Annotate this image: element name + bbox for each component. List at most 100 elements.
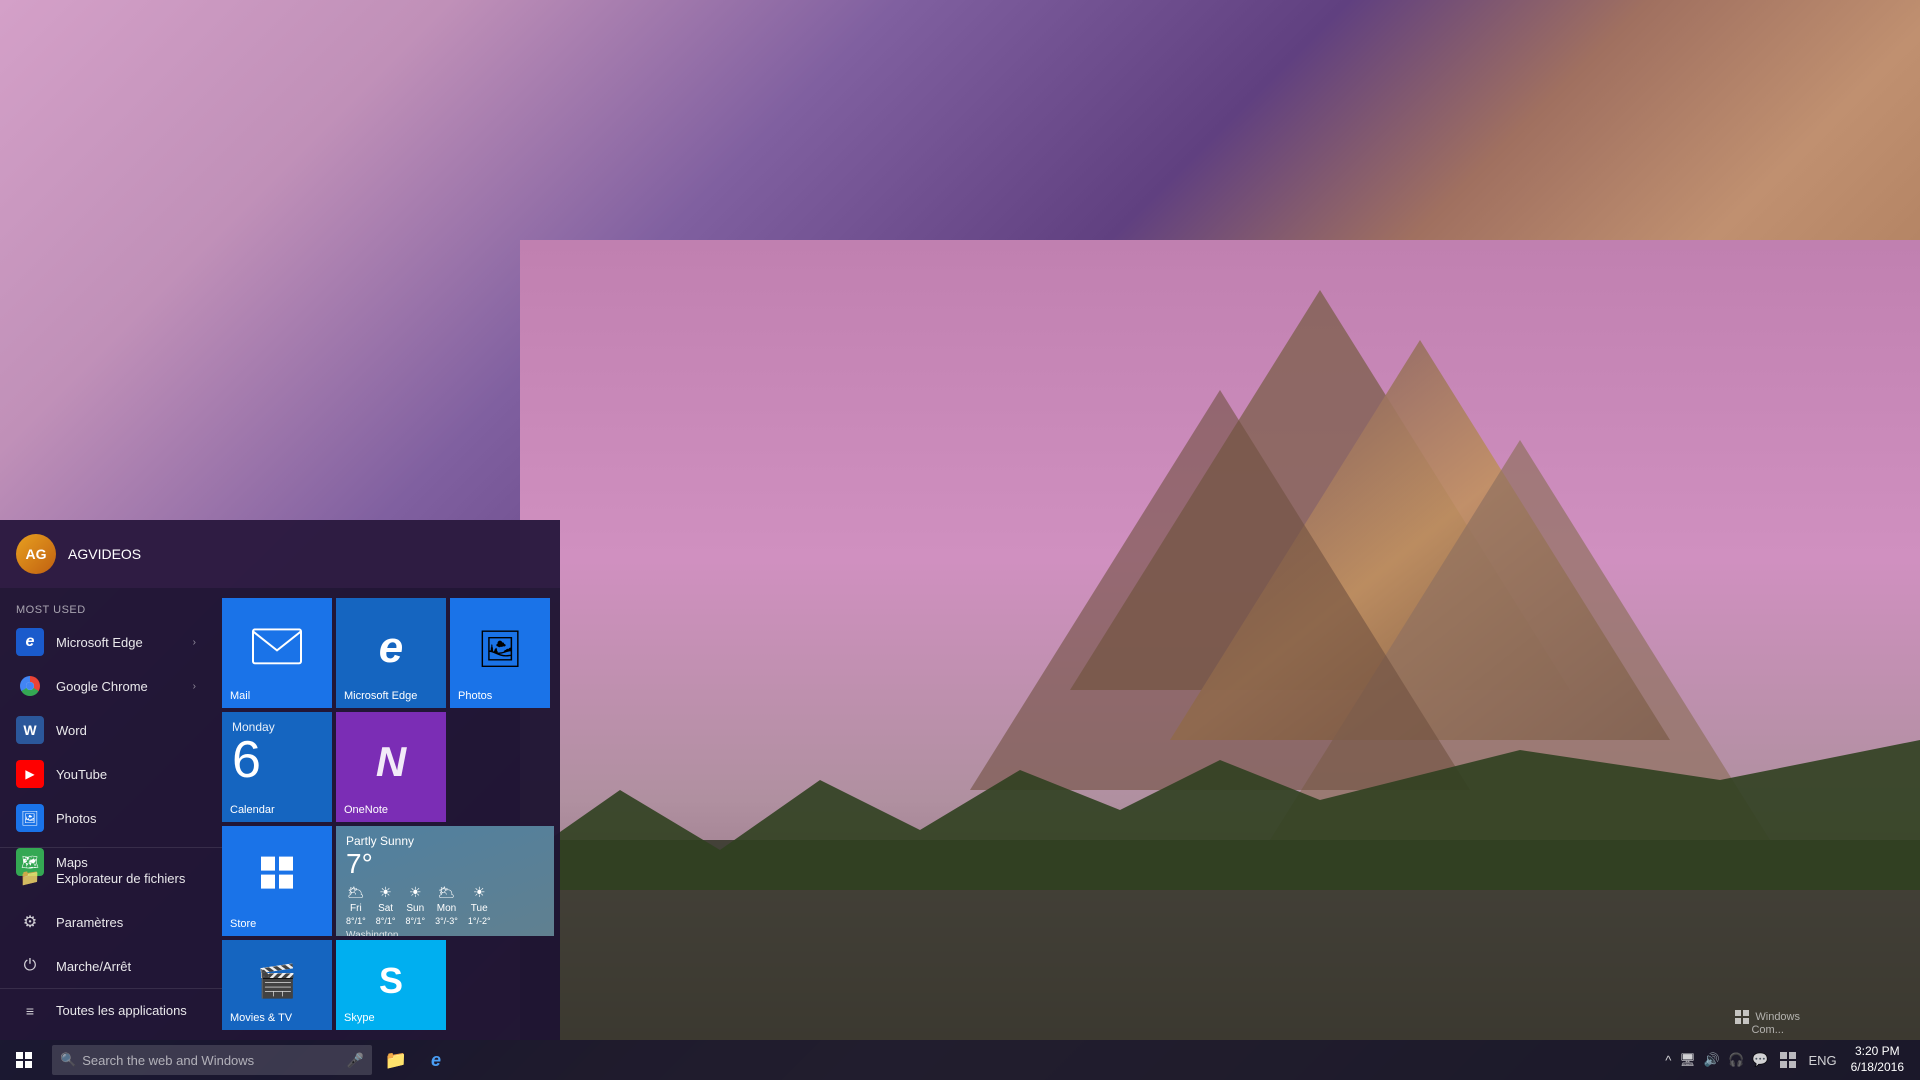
tile-photos[interactable]: 🖼 Photos xyxy=(450,598,550,708)
mail-icon xyxy=(252,628,302,669)
skype-icon: S xyxy=(379,960,403,1002)
user-area: AG AGVIDEOS xyxy=(0,520,560,588)
forecast-sat-day: Sat xyxy=(378,903,393,914)
taskbar-edge[interactable]: e xyxy=(416,1040,456,1080)
forecast-sun-temps: 8°/1° xyxy=(405,916,425,926)
search-bar[interactable]: 🔍 🎤 xyxy=(52,1045,372,1075)
folder-icon: 📁 xyxy=(385,1050,407,1071)
calendar-day-name: Monday xyxy=(232,720,322,734)
forecast-sun: ☀ Sun 8°/1° xyxy=(405,884,425,926)
microphone-icon[interactable]: 🎤 xyxy=(347,1052,364,1069)
menu-item-youtube-label: YouTube xyxy=(56,767,107,782)
photos-icon: 🖼 xyxy=(16,804,44,832)
all-apps-icon: ≡ xyxy=(16,997,44,1025)
start-button[interactable] xyxy=(0,1040,48,1080)
notification-icon[interactable]: 💬 xyxy=(1752,1052,1768,1068)
forecast-mon-temps: 3°/-3° xyxy=(435,916,458,926)
windows-watermark: Windows Com... xyxy=(1735,1010,1800,1036)
chevron-up-icon[interactable]: ^ xyxy=(1665,1053,1671,1068)
speaker-icon[interactable]: 🔊 xyxy=(1704,1052,1720,1068)
menu-item-settings[interactable]: ⚙ Paramètres xyxy=(0,900,248,944)
taskbar: 🔍 🎤 📁 e ^ 🖥 🔊 🎧 💬 ENG 3:20 PM xyxy=(0,1040,1920,1080)
menu-item-word[interactable]: W Word xyxy=(0,708,212,752)
calendar-content: Monday 6 xyxy=(222,712,332,794)
left-panel: Most Used e Microsoft Edge › Google Chro… xyxy=(0,588,212,1040)
forecast-sat: ☀ Sat 8°/1° xyxy=(376,884,396,926)
tile-skype-label: Skype xyxy=(344,1012,375,1024)
chrome-icon xyxy=(16,672,44,700)
weather-condition: Partly Sunny xyxy=(346,834,544,848)
search-input[interactable] xyxy=(82,1053,332,1068)
taskbar-edge-icon: e xyxy=(431,1050,441,1071)
headset-icon[interactable]: 🎧 xyxy=(1728,1052,1744,1068)
settings-icon: ⚙ xyxy=(16,908,44,936)
tile-weather[interactable]: Partly Sunny 7° 🌥 Fri 8°/1° ☀ Sat 8°/1° xyxy=(336,826,554,936)
onenote-icon: N xyxy=(376,738,406,786)
tile-microsoft-edge[interactable]: e Microsoft Edge xyxy=(336,598,446,708)
weather-content: Partly Sunny 7° 🌥 Fri 8°/1° ☀ Sat 8°/1° xyxy=(336,826,554,936)
username: AGVIDEOS xyxy=(68,546,141,562)
desktop-wallpaper xyxy=(520,240,1920,1040)
windows-watermark-icon: Windows xyxy=(1735,1010,1800,1024)
edge-arrow-icon: › xyxy=(193,637,196,648)
tile-movies-label: Movies & TV xyxy=(230,1012,292,1024)
file-explorer-label: Explorateur de fichiers xyxy=(56,871,185,886)
system-tray: ^ 🖥 🔊 🎧 💬 xyxy=(1665,1052,1768,1068)
date-display: 6/18/2016 xyxy=(1851,1060,1904,1076)
movies-icon: 🎬 xyxy=(257,962,297,1000)
forecast-fri-icon: 🌥 xyxy=(347,884,365,901)
network-icon[interactable]: 🖥 xyxy=(1679,1052,1696,1068)
tile-calendar-label: Calendar xyxy=(230,804,275,816)
most-used-label: Most Used xyxy=(0,596,212,620)
user-avatar: AG xyxy=(16,534,56,574)
forecast-mon-icon: 🌥 xyxy=(438,884,456,901)
menu-item-file-explorer[interactable]: 📁 Explorateur de fichiers › xyxy=(0,856,248,900)
youtube-icon: ▶ xyxy=(16,760,44,788)
weather-forecast: 🌥 Fri 8°/1° ☀ Sat 8°/1° ☀ Sun 8°/1° xyxy=(346,884,544,926)
forecast-tue-icon: ☀ xyxy=(473,884,486,901)
taskbar-right: ^ 🖥 🔊 🎧 💬 ENG 3:20 PM 6/18/2016 xyxy=(1665,1040,1920,1080)
menu-item-youtube[interactable]: ▶ YouTube xyxy=(0,752,212,796)
power-icon: ⏻ xyxy=(16,952,44,980)
all-apps-label: Toutes les applications xyxy=(56,1003,187,1018)
language-indicator[interactable]: ENG xyxy=(1808,1053,1836,1068)
edge-tile-icon: e xyxy=(379,623,403,673)
tile-calendar[interactable]: Monday 6 Calendar xyxy=(222,712,332,822)
tile-store-label: Store xyxy=(230,918,256,930)
menu-item-power[interactable]: ⏻ Marche/Arrêt xyxy=(0,944,248,988)
tile-photos-label: Photos xyxy=(458,690,492,702)
forecast-mon: 🌥 Mon 3°/-3° xyxy=(435,884,458,926)
clock[interactable]: 3:20 PM 6/18/2016 xyxy=(1843,1044,1912,1075)
chrome-logo xyxy=(20,676,40,696)
word-icon: W xyxy=(16,716,44,744)
tile-mail-label: Mail xyxy=(230,690,250,702)
tile-onenote-label: OneNote xyxy=(344,804,388,816)
tile-skype[interactable]: S Skype xyxy=(336,940,446,1030)
tile-store[interactable]: Store xyxy=(222,826,332,936)
menu-item-google-chrome[interactable]: Google Chrome › xyxy=(0,664,212,708)
forecast-fri: 🌥 Fri 8°/1° xyxy=(346,884,366,926)
tile-movies-tv[interactable]: 🎬 Movies & TV xyxy=(222,940,332,1030)
forecast-sun-day: Sun xyxy=(406,903,424,914)
taskbar-file-explorer[interactable]: 📁 xyxy=(376,1040,416,1080)
settings-label: Paramètres xyxy=(56,915,123,930)
menu-item-microsoft-edge[interactable]: e Microsoft Edge › xyxy=(0,620,212,664)
store-icon xyxy=(259,855,295,899)
forecast-mon-day: Mon xyxy=(437,903,456,914)
weather-temperature: 7° xyxy=(346,848,544,880)
tile-onenote[interactable]: N OneNote xyxy=(336,712,446,822)
menu-item-photos-label: Photos xyxy=(56,811,96,826)
forecast-tue-day: Tue xyxy=(471,903,488,914)
photos-tile-icon: 🖼 xyxy=(477,628,523,670)
weather-location: Washington xyxy=(346,930,544,936)
menu-item-photos[interactable]: 🖼 Photos xyxy=(0,796,212,840)
forecast-sat-temps: 8°/1° xyxy=(376,916,396,926)
bottom-menu: 📁 Explorateur de fichiers › ⚙ Paramètres… xyxy=(0,847,248,1040)
tile-mail[interactable]: Mail xyxy=(222,598,332,708)
menu-item-word-label: Word xyxy=(56,723,87,738)
menu-item-chrome-label: Google Chrome xyxy=(56,679,148,694)
forecast-fri-day: Fri xyxy=(350,903,362,914)
menu-item-all-apps[interactable]: ≡ Toutes les applications xyxy=(0,988,248,1032)
forecast-tue: ☀ Tue 1°/-2° xyxy=(468,884,491,926)
windows-tray-icon xyxy=(1780,1052,1796,1068)
